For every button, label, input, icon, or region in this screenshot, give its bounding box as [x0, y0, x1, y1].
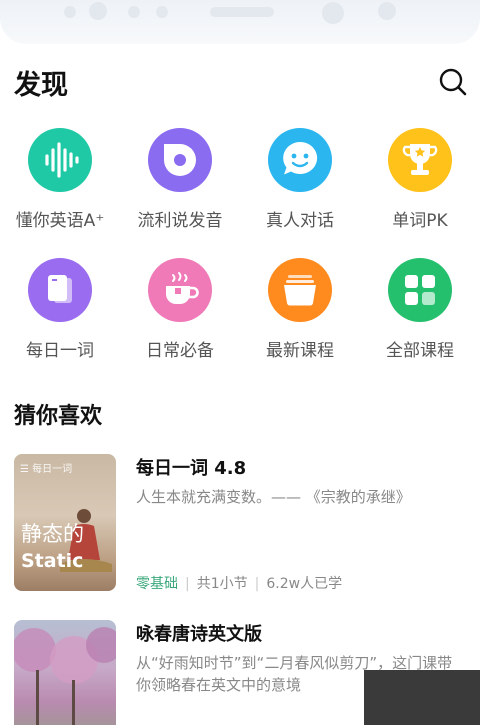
learner-count: 6.2w人已学 — [266, 576, 343, 592]
section-title: 猜你喜欢 — [14, 404, 103, 429]
status-dot — [322, 2, 344, 24]
meta-divider: | — [254, 576, 260, 592]
feature-word-pk[interactable]: 单词PK — [360, 126, 480, 244]
trophy-icon — [388, 128, 452, 192]
page-title: 发现 — [14, 70, 68, 101]
card-icon — [28, 258, 92, 322]
course-card[interactable]: ☰ 每日一词 静态的 Static 每日一词 4.8 人生本就充满变数。—— 《… — [14, 454, 480, 593]
status-dot — [89, 2, 107, 20]
feature-label: 真人对话 — [266, 211, 334, 231]
feature-label: 每日一词 — [26, 341, 94, 361]
thumbnail-cn-text: 静态的 — [21, 522, 84, 546]
feature-fluent-pronunciation[interactable]: 流利说发音 — [120, 126, 240, 244]
blossom-trees-image — [14, 627, 116, 725]
course-description: 人生本就充满变数。—— 《宗教的承继》 — [136, 488, 411, 506]
notch-pill — [210, 7, 274, 17]
feature-understand-english[interactable]: 懂你英语A⁺ — [0, 126, 120, 244]
status-dot — [378, 2, 396, 20]
feature-word-of-day[interactable]: 每日一词 — [0, 256, 120, 374]
feature-live-conversation[interactable]: 真人对话 — [240, 126, 360, 244]
course-thumbnail — [14, 620, 116, 725]
feature-label: 流利说发音 — [137, 211, 223, 231]
feature-new-courses[interactable]: 最新课程 — [240, 256, 360, 374]
search-icon — [439, 68, 467, 96]
voice-wave-icon — [28, 128, 92, 192]
page-header: 发现 — [0, 55, 480, 107]
grid-icon — [388, 258, 452, 322]
status-dot — [156, 6, 168, 18]
box-icon — [268, 258, 332, 322]
meta-divider: | — [185, 576, 190, 592]
status-dot — [64, 6, 76, 18]
course-title: 每日一词 4.8 — [136, 458, 247, 479]
overlay-panel — [364, 670, 480, 725]
feature-daily-essentials[interactable]: 日常必备 — [120, 256, 240, 374]
level-badge: 零基础 — [136, 576, 178, 592]
section-count: 共1小节 — [196, 576, 248, 592]
speech-bubble-icon — [148, 128, 212, 192]
smiley-chat-icon — [268, 128, 332, 192]
feature-label: 全部课程 — [386, 341, 454, 361]
cup-icon — [148, 258, 212, 322]
course-title: 咏春唐诗英文版 — [136, 624, 262, 645]
feature-label: 最新课程 — [266, 341, 334, 361]
feature-label: 日常必备 — [146, 341, 214, 361]
feature-label: 懂你英语A⁺ — [15, 211, 105, 231]
feature-all-courses[interactable]: 全部课程 — [360, 256, 480, 374]
status-bar — [0, 0, 480, 44]
thumbnail-tag: ☰ 每日一词 — [20, 464, 73, 475]
status-dot — [128, 6, 140, 18]
search-button[interactable] — [438, 67, 468, 97]
thumbnail-en-text: Static — [21, 550, 84, 572]
feature-label: 单词PK — [392, 211, 448, 231]
course-meta: 零基础 | 共1小节 | 6.2w人已学 — [136, 573, 342, 593]
course-thumbnail: ☰ 每日一词 静态的 Static — [14, 454, 116, 591]
